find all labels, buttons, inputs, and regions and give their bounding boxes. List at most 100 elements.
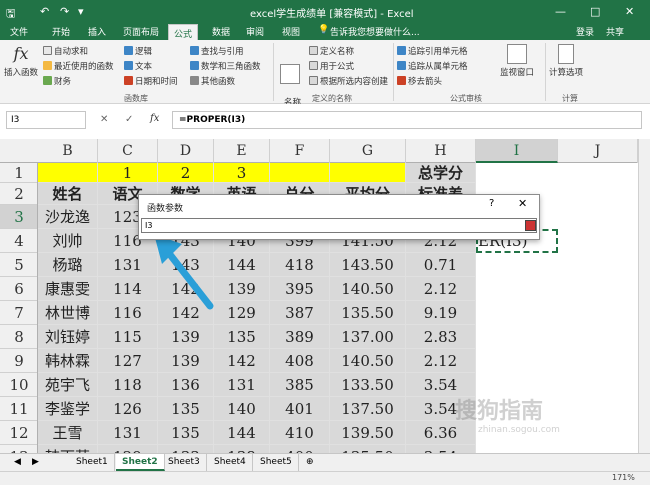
column-header-b[interactable]: B (38, 139, 98, 163)
table-cell[interactable]: 400 (270, 445, 330, 453)
table-cell[interactable]: 118 (98, 373, 158, 397)
table-cell[interactable]: 115 (98, 325, 158, 349)
row-header[interactable]: 5 (0, 253, 37, 277)
name-box[interactable]: I3 (6, 111, 86, 129)
column-header-d[interactable]: D (158, 139, 214, 163)
share-button[interactable]: 共享 (606, 25, 624, 38)
table-cell[interactable]: 沙龙逸 (38, 205, 98, 229)
function-arguments-dialog[interactable]: 函数参数 ? ✕ I3 (138, 194, 540, 240)
add-sheet-icon[interactable]: ⊕ (300, 454, 320, 471)
table-cell[interactable]: 116 (98, 301, 158, 325)
tab-view[interactable]: 视图 (282, 25, 300, 38)
enter-icon[interactable]: ✓ (125, 114, 133, 125)
insert-function-button[interactable]: fx 插入函数 (4, 44, 38, 78)
table-cell[interactable]: 136 (158, 373, 214, 397)
column-header-j[interactable]: J (558, 139, 638, 163)
column-header-c[interactable]: C (98, 139, 158, 163)
table-cell[interactable]: 2.83 (406, 325, 476, 349)
table-cell[interactable]: 139 (158, 325, 214, 349)
maximize-icon[interactable]: □ (590, 5, 600, 18)
row-header[interactable]: 1 (0, 163, 37, 183)
sheet-tab[interactable]: Sheet5 (254, 454, 299, 471)
table-cell[interactable]: 137.50 (330, 397, 406, 421)
row-header[interactable]: 7 (0, 301, 37, 325)
table-cell[interactable]: 林世博 (38, 301, 98, 325)
table-cell[interactable]: 408 (270, 349, 330, 373)
row-header[interactable]: 11 (0, 397, 37, 421)
table-cell[interactable]: 131 (98, 253, 158, 277)
minimize-icon[interactable]: — (555, 5, 566, 18)
table-cell[interactable]: 139 (214, 277, 270, 301)
row-header[interactable]: 9 (0, 349, 37, 373)
row-header[interactable]: 6 (0, 277, 37, 301)
scroll-left-icon[interactable]: ◀ (8, 454, 27, 471)
table-cell[interactable]: 401 (270, 397, 330, 421)
row-header[interactable]: 3 (0, 205, 37, 229)
table-cell[interactable]: 389 (270, 325, 330, 349)
table-cell[interactable]: 135.50 (330, 445, 406, 453)
fx-icon[interactable]: fx (150, 113, 159, 124)
trace-dependents-button[interactable]: 追踪从属单元格 (397, 60, 468, 72)
table-cell[interactable]: 140 (214, 397, 270, 421)
tell-me-box[interactable]: 告诉我您想要做什么... (330, 25, 420, 38)
row-header[interactable]: 12 (0, 421, 37, 445)
sheet-tab[interactable]: Sheet3 (162, 454, 207, 471)
tab-page-layout[interactable]: 页面布局 (123, 25, 159, 38)
table-cell[interactable]: 李鉴学 (38, 397, 98, 421)
sheet-tab-active[interactable]: Sheet2 (116, 454, 165, 471)
cell[interactable] (38, 163, 98, 183)
logical-button[interactable]: 逻辑 (124, 45, 152, 57)
table-cell[interactable]: 133 (158, 445, 214, 453)
tab-formulas[interactable]: 公式 (168, 24, 199, 40)
cell[interactable]: 2 (158, 163, 214, 183)
tab-home[interactable]: 开始 (52, 25, 70, 38)
math-button[interactable]: 数学和三角函数 (190, 60, 261, 72)
table-cell[interactable]: 135 (214, 325, 270, 349)
table-cell[interactable]: 0.71 (406, 253, 476, 277)
table-cell[interactable]: 2.12 (406, 349, 476, 373)
table-cell[interactable]: 144 (214, 421, 270, 445)
calculation-options-button[interactable]: 计算选项 (549, 44, 583, 78)
redo-icon[interactable]: ↷ (60, 5, 69, 18)
table-cell[interactable]: 385 (270, 373, 330, 397)
trace-precedents-button[interactable]: 追踪引用单元格 (397, 45, 468, 57)
table-cell[interactable]: 133.50 (330, 373, 406, 397)
use-in-formula-button[interactable]: 用于公式 (309, 60, 354, 72)
cell[interactable]: 1 (98, 163, 158, 183)
table-cell[interactable]: 114 (98, 277, 158, 301)
table-cell[interactable]: 129 (214, 301, 270, 325)
define-name-button[interactable]: 定义名称 (309, 45, 354, 57)
table-cell[interactable]: 131 (98, 421, 158, 445)
table-cell[interactable]: 131 (214, 373, 270, 397)
table-cell[interactable]: 2.12 (406, 277, 476, 301)
other-functions-button[interactable]: 其他函数 (190, 75, 235, 87)
vertical-scrollbar[interactable] (638, 139, 650, 453)
table-cell[interactable]: 9.19 (406, 301, 476, 325)
table-cell[interactable]: 刘钰婷 (38, 325, 98, 349)
close-icon[interactable]: ✕ (518, 197, 527, 210)
save-icon[interactable]: 🖫 (6, 5, 15, 24)
table-cell[interactable]: 王雪 (38, 421, 98, 445)
customize-qat-icon[interactable]: ▾ (78, 5, 84, 18)
row-header[interactable]: 4 (0, 229, 37, 253)
tab-file[interactable]: 文件 (10, 25, 28, 38)
help-icon[interactable]: ? (489, 198, 494, 209)
table-cell[interactable]: 135 (158, 421, 214, 445)
remove-arrows-button[interactable]: 移去箭头 (397, 75, 442, 87)
column-header-g[interactable]: G (330, 139, 406, 163)
cell[interactable]: 总学分 (406, 163, 476, 183)
tab-review[interactable]: 审阅 (246, 25, 264, 38)
table-cell[interactable]: 苑宇飞 (38, 373, 98, 397)
cell[interactable] (330, 163, 406, 183)
table-cell[interactable]: 126 (98, 397, 158, 421)
table-cell[interactable]: 刘帅 (38, 229, 98, 253)
column-header-i[interactable]: I (476, 139, 558, 163)
text-button[interactable]: 文本 (124, 60, 152, 72)
table-cell[interactable]: 410 (270, 421, 330, 445)
tab-insert[interactable]: 插入 (88, 25, 106, 38)
watch-window-button[interactable]: 监视窗口 (500, 44, 534, 78)
table-cell[interactable]: 139 (158, 349, 214, 373)
autosum-button[interactable]: 自动求和 (43, 45, 88, 57)
table-cell[interactable]: 140.50 (330, 277, 406, 301)
financial-button[interactable]: 财务 (43, 75, 71, 87)
